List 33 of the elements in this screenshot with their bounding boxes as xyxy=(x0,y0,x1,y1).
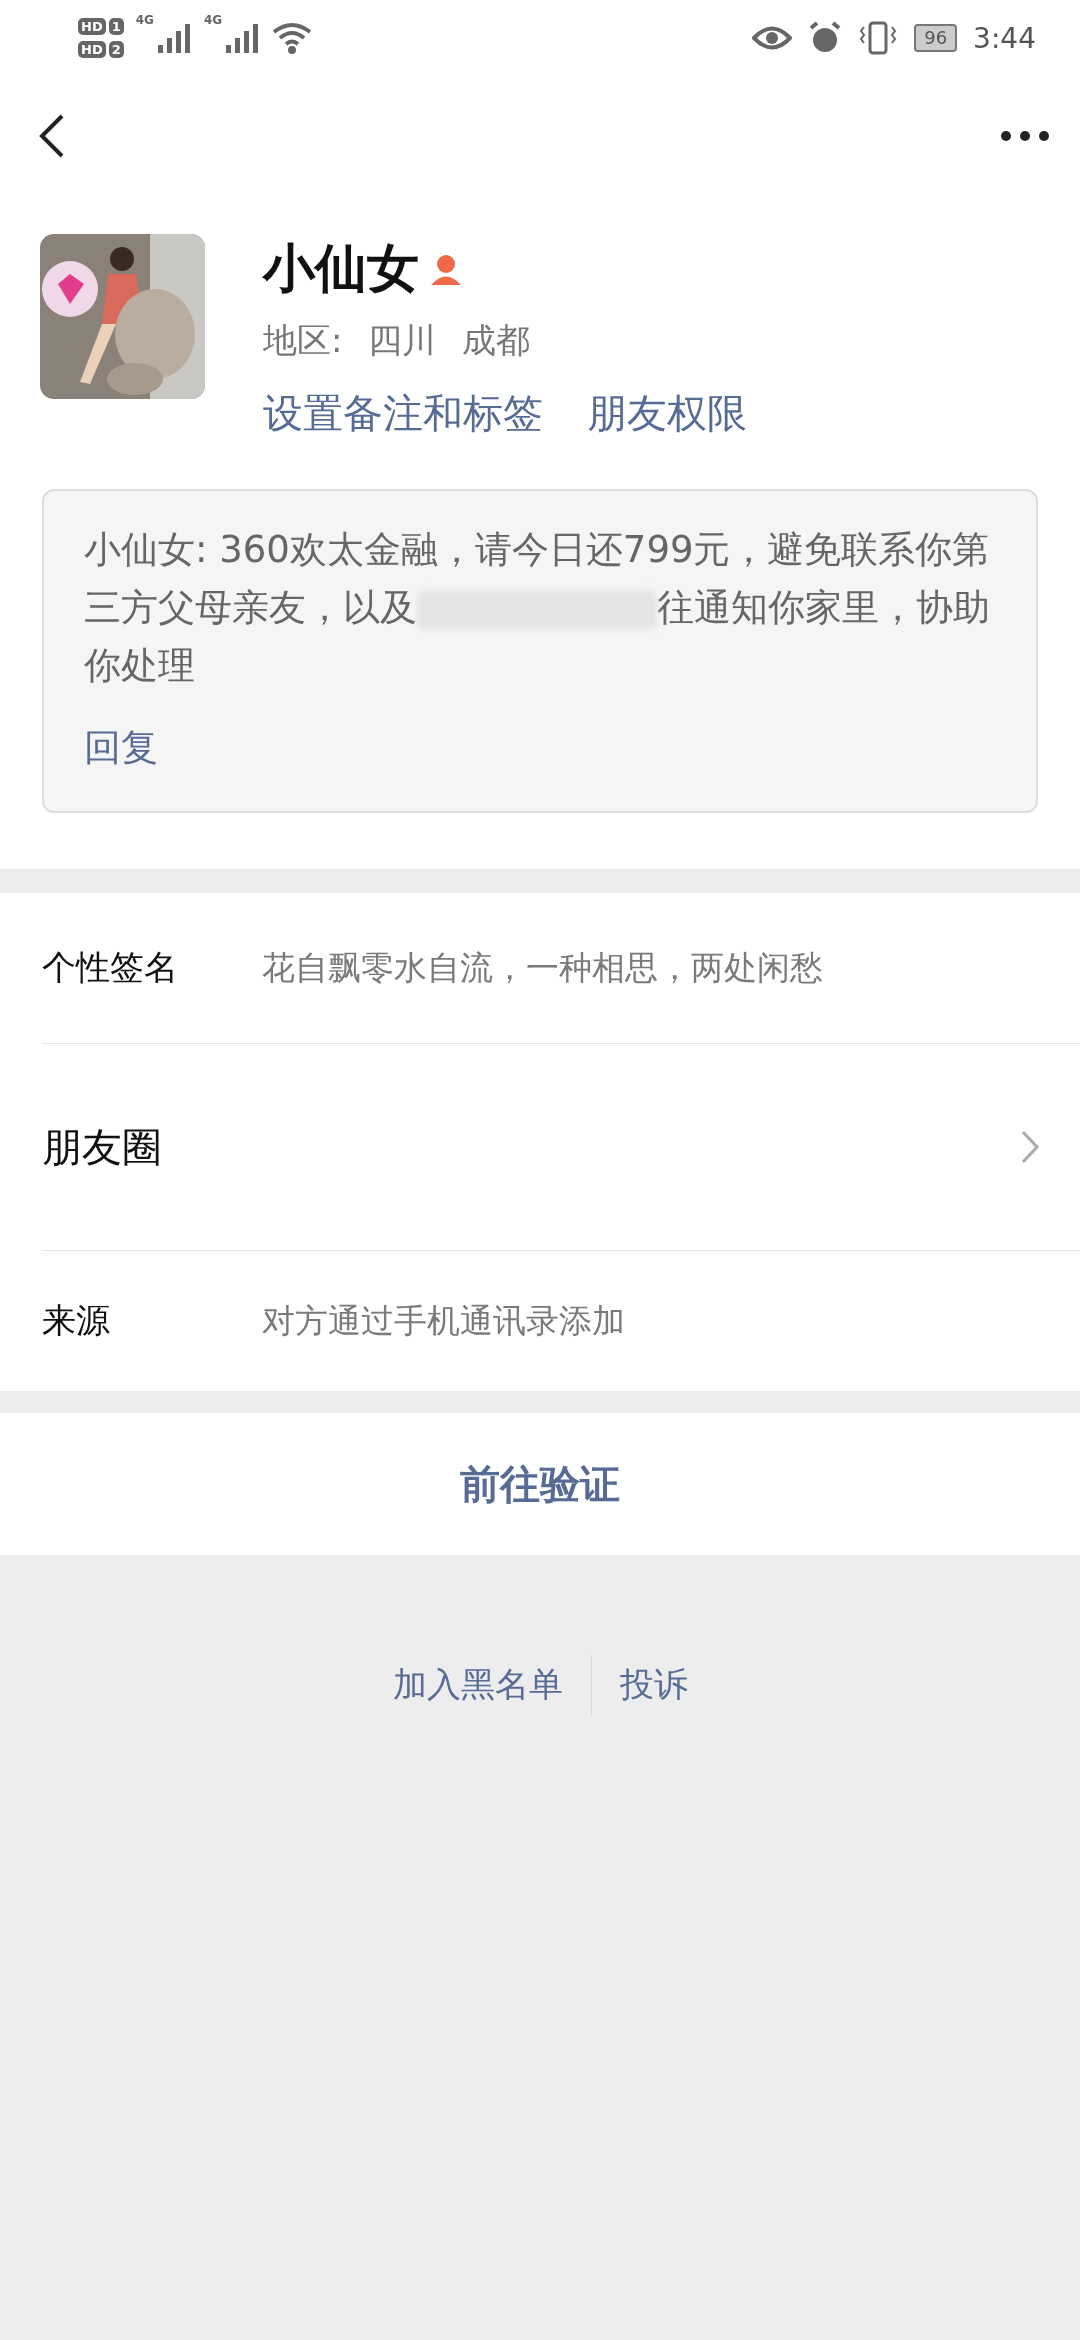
battery-level: 96 xyxy=(914,24,958,52)
alarm-icon xyxy=(808,21,843,55)
eye-icon xyxy=(752,25,793,51)
reply-link[interactable]: 回复 xyxy=(84,723,996,773)
female-user-icon xyxy=(429,252,463,286)
footer-link[interactable]: 加入黑名单 xyxy=(364,1662,591,1708)
contact-name: 小仙女 xyxy=(263,237,419,300)
profile-link[interactable]: 朋友权限 xyxy=(587,386,747,441)
sim-label: HD xyxy=(78,41,106,58)
profile-link[interactable]: 设置备注和标签 xyxy=(263,386,543,441)
vibrate-icon xyxy=(858,21,899,55)
region-city: 成都 xyxy=(462,319,531,362)
verify-button[interactable]: 前往验证 xyxy=(0,1413,1080,1555)
footer-link[interactable]: 投诉 xyxy=(591,1662,716,1708)
row-label[interactable]: 朋友圈 xyxy=(42,1119,262,1175)
row-label: 来源 xyxy=(42,1299,111,1342)
sim-number: 2 xyxy=(108,41,124,58)
sim-number: 1 xyxy=(108,18,124,35)
row-value: 花自飘零水自流，一种相思，两处闲愁 xyxy=(262,946,823,989)
row-label: 个性签名 xyxy=(42,946,179,989)
region-label: 地区: xyxy=(263,319,343,362)
sim-label: HD xyxy=(78,18,106,35)
network-type: 4G xyxy=(135,13,154,27)
wifi-icon xyxy=(272,22,313,54)
clock-time: 3:44 xyxy=(973,21,1036,55)
more-icon[interactable] xyxy=(1000,130,1050,142)
network-type: 4G xyxy=(203,13,223,27)
chevron-icon xyxy=(1020,1129,1040,1165)
signal-icon xyxy=(224,23,261,53)
row-value: 对方通过手机通讯录添加 xyxy=(262,1299,625,1342)
message-text: 小仙女: 360欢太金融，请今日还799元，避免联系你第三方父母亲友，以及 往通知你家里，协助你处理 xyxy=(84,527,991,689)
signal-icon xyxy=(155,23,192,53)
region-province: 四川 xyxy=(368,319,437,362)
